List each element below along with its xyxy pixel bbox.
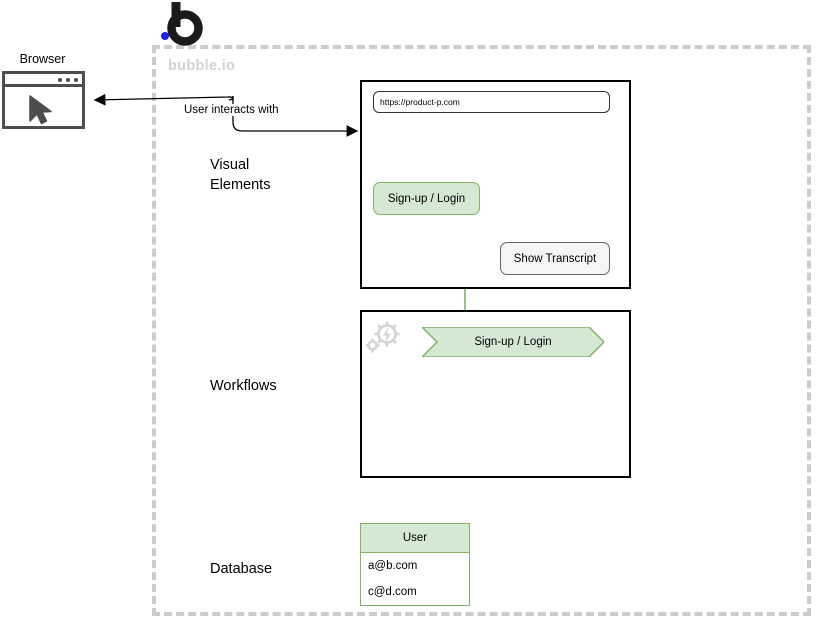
database-table: User a@b.com c@d.com — [360, 523, 470, 606]
section-label-visual-elements: Visual Elements — [210, 157, 271, 193]
bubble-logo-icon — [158, 0, 208, 48]
database-table-header: User — [361, 524, 469, 553]
url-input-value: https://product-p.com — [380, 97, 460, 107]
gear-lightning-icon — [366, 321, 400, 353]
workflow-action-label: Sign-up / Login — [474, 336, 552, 348]
table-row[interactable]: c@d.com — [361, 579, 469, 605]
window-dots-icon — [58, 78, 62, 82]
url-input[interactable]: https://product-p.com — [373, 91, 610, 113]
cursor-arrow-icon — [29, 95, 52, 125]
bubble-logo-label: bubble.io — [168, 58, 236, 74]
browser-label: Browser — [19, 52, 66, 66]
section-label-workflows: Workflows — [210, 378, 277, 394]
browser-window-icon — [2, 71, 85, 129]
window-dots-icon — [66, 78, 70, 82]
window-titlebar — [5, 74, 82, 87]
visual-elements-panel: https://product-p.com Sign-up / Login Sh… — [360, 80, 631, 289]
table-row[interactable]: a@b.com — [361, 553, 469, 579]
window-dots-icon — [74, 78, 78, 82]
workflows-panel: Sign-up / Login — [360, 310, 631, 478]
diagram-canvas: bubble.io Browser User interacts with Vi… — [0, 0, 823, 623]
show-transcript-button[interactable]: Show Transcript — [500, 242, 610, 275]
edge-label-user-interacts: User interacts with — [182, 104, 281, 116]
section-label-database: Database — [210, 561, 273, 577]
signup-login-button[interactable]: Sign-up / Login — [373, 182, 480, 215]
